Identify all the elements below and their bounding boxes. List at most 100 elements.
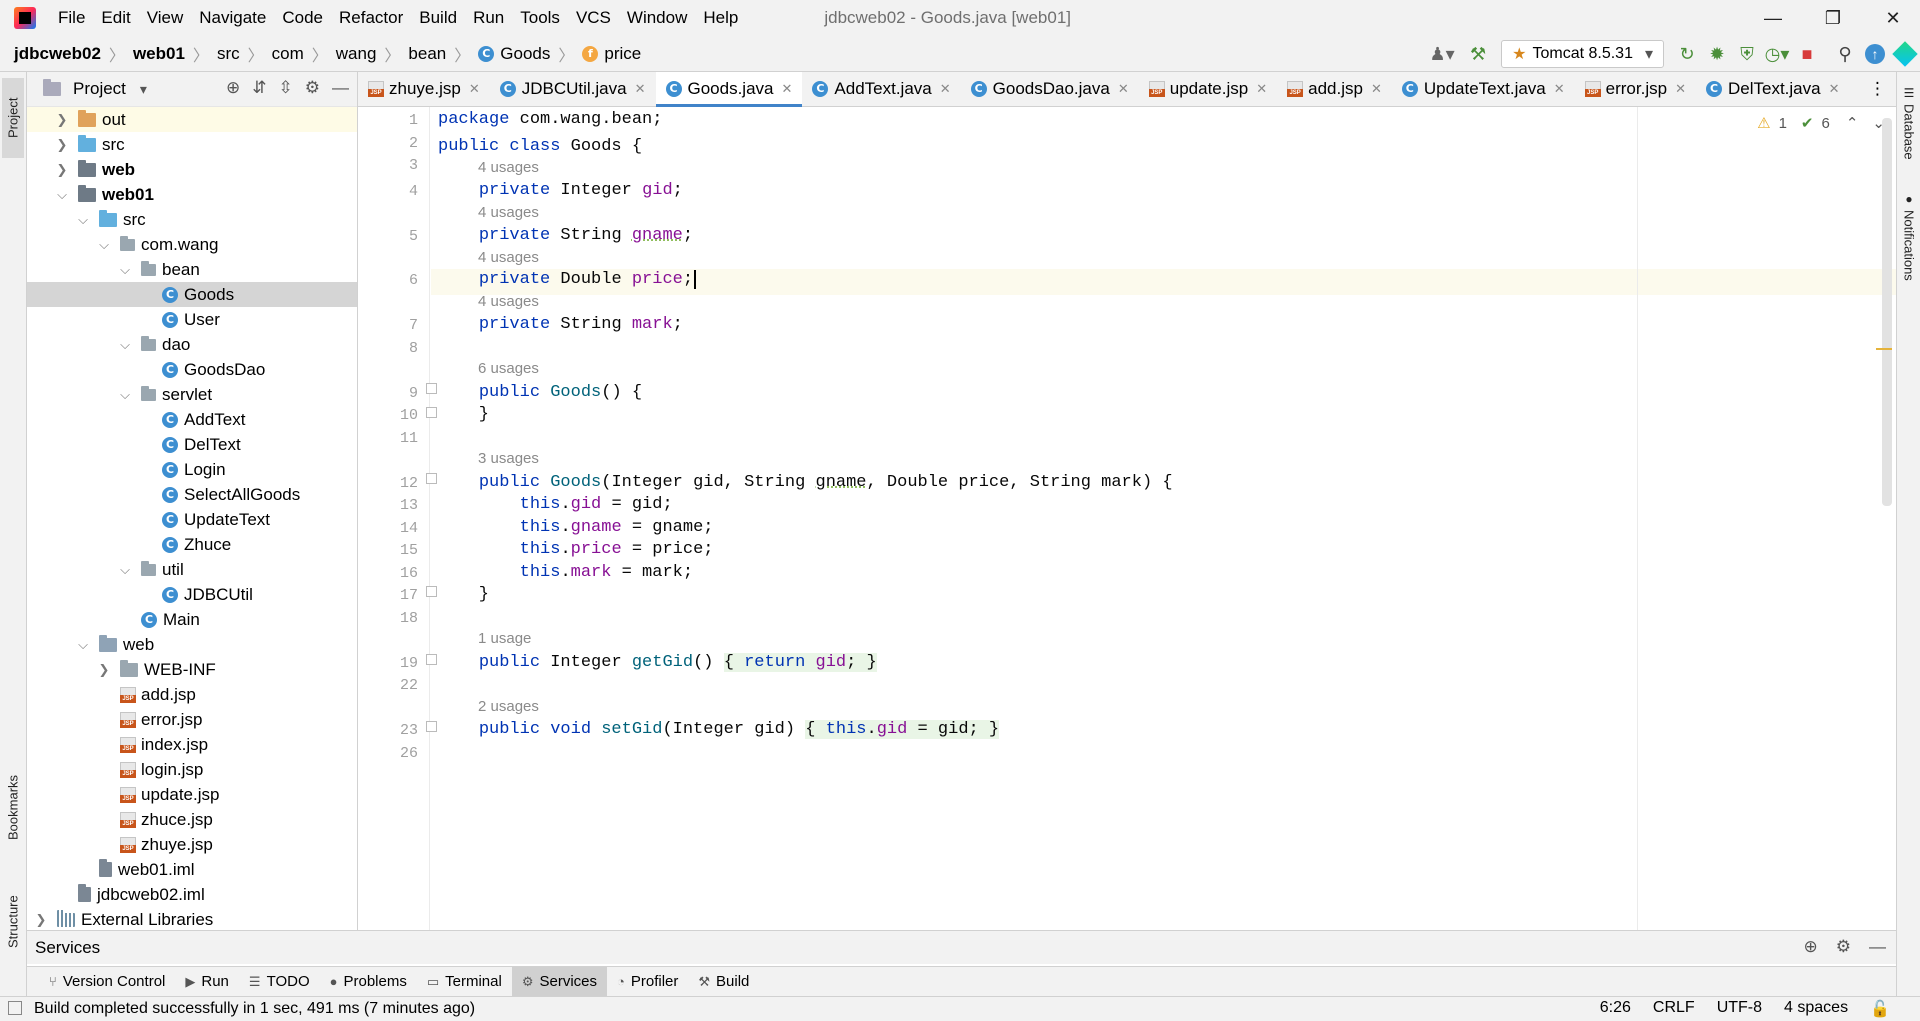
breadcrumb-class[interactable]: C Goods bbox=[478, 44, 550, 64]
tree-item-selectallgoods[interactable]: C SelectAllGoods bbox=[27, 482, 357, 507]
fold-icon[interactable] bbox=[426, 383, 437, 394]
tree-item-util[interactable]: ⌵ util bbox=[27, 557, 357, 582]
build-hammer-icon[interactable]: ⚒ bbox=[1463, 39, 1493, 69]
tab-update-jsp[interactable]: update.jsp ✕ bbox=[1139, 72, 1277, 106]
usages-hint[interactable]: 3 usages bbox=[478, 450, 539, 467]
tree-item-zhuce[interactable]: C Zhuce bbox=[27, 532, 357, 557]
usages-hint[interactable]: 6 usages bbox=[478, 360, 539, 377]
tree-item-goods[interactable]: C Goods bbox=[27, 282, 357, 307]
user-icon[interactable]: ♟▾ bbox=[1427, 39, 1457, 69]
tree-item-out[interactable]: ❯ out bbox=[27, 107, 357, 132]
structure-tool-tab[interactable]: Structure bbox=[2, 872, 24, 972]
rerun-icon[interactable]: ↻ bbox=[1672, 39, 1702, 69]
lock-icon[interactable]: 🔓 bbox=[1870, 999, 1890, 1019]
line-number[interactable]: 17 bbox=[358, 587, 418, 604]
close-tab-icon[interactable]: ✕ bbox=[1371, 81, 1382, 97]
line-number[interactable]: 16 bbox=[358, 565, 418, 582]
tree-item-main[interactable]: C Main bbox=[27, 607, 357, 632]
menu-help[interactable]: Help bbox=[695, 8, 746, 28]
tree-item-src[interactable]: ❯ src bbox=[27, 132, 357, 157]
close-tab-icon[interactable]: ✕ bbox=[1118, 81, 1129, 97]
line-number[interactable]: 13 bbox=[358, 497, 418, 514]
line-number[interactable]: 4 bbox=[358, 183, 418, 200]
caret-position[interactable]: 6:26 bbox=[1600, 999, 1631, 1019]
tree-item-update-jsp[interactable]: update.jsp bbox=[27, 782, 357, 807]
menu-code[interactable]: Code bbox=[274, 8, 331, 28]
line-number[interactable]: 10 bbox=[358, 407, 418, 424]
tree-item-add-jsp[interactable]: add.jsp bbox=[27, 682, 357, 707]
hide-icon[interactable]: — bbox=[332, 78, 349, 98]
chevron-right-icon[interactable]: ❯ bbox=[96, 662, 112, 678]
line-number[interactable]: 12 bbox=[358, 475, 418, 492]
tab-deltext-java[interactable]: C DelText.java ✕ bbox=[1696, 72, 1850, 106]
jetbrains-logo-icon[interactable] bbox=[1890, 39, 1920, 69]
gear-icon[interactable]: ⚙ bbox=[305, 78, 320, 98]
usages-hint[interactable]: 4 usages bbox=[478, 293, 539, 310]
target-icon[interactable]: ⊕ bbox=[1804, 937, 1818, 957]
usages-hint[interactable]: 4 usages bbox=[478, 204, 539, 221]
line-number[interactable]: 14 bbox=[358, 520, 418, 537]
tree-item-zhuye-jsp[interactable]: zhuye.jsp bbox=[27, 832, 357, 857]
tab-goods-java[interactable]: C Goods.java ✕ bbox=[655, 72, 803, 107]
tree-item-bean[interactable]: ⌵ bean bbox=[27, 257, 357, 282]
tree-item-web[interactable]: ❯ web bbox=[27, 157, 357, 182]
tree-item-dao[interactable]: ⌵ dao bbox=[27, 332, 357, 357]
status-message[interactable]: Build completed successfully in 1 sec, 4… bbox=[34, 1000, 475, 1018]
tab-addtext-java[interactable]: C AddText.java ✕ bbox=[802, 72, 960, 106]
line-number[interactable]: 18 bbox=[358, 610, 418, 627]
close-tab-icon[interactable]: ✕ bbox=[1256, 81, 1267, 97]
line-number[interactable]: 11 bbox=[358, 430, 418, 447]
close-tab-icon[interactable]: ✕ bbox=[469, 81, 480, 97]
line-separator[interactable]: CRLF bbox=[1653, 999, 1695, 1019]
tool-services[interactable]: ⚙ Services bbox=[511, 967, 608, 996]
menu-refactor[interactable]: Refactor bbox=[331, 8, 411, 28]
database-tool-tab[interactable]: ☰ Database bbox=[1899, 86, 1919, 186]
gear-icon[interactable]: ⚙ bbox=[1836, 937, 1851, 957]
tree-item-servlet[interactable]: ⌵ servlet bbox=[27, 382, 357, 407]
close-tab-icon[interactable]: ✕ bbox=[1675, 81, 1686, 97]
chevron-right-icon[interactable]: ❯ bbox=[54, 162, 70, 178]
menu-vcs[interactable]: VCS bbox=[568, 8, 619, 28]
status-toggle-icon[interactable] bbox=[8, 1001, 22, 1015]
warning-marker[interactable] bbox=[1876, 348, 1892, 350]
chevron-right-icon[interactable]: ❯ bbox=[33, 912, 49, 928]
tab-jdbcutil-java[interactable]: C JDBCUtil.java ✕ bbox=[490, 72, 656, 106]
editor-scrollbar[interactable] bbox=[1882, 118, 1892, 506]
minimize-icon[interactable]: — bbox=[1750, 0, 1796, 36]
tree-item-updatetext[interactable]: C UpdateText bbox=[27, 507, 357, 532]
chevron-up-icon[interactable]: ⌃ bbox=[1846, 114, 1859, 132]
close-tab-icon[interactable]: ✕ bbox=[782, 81, 793, 97]
tree-item-zhuce-jsp[interactable]: zhuce.jsp bbox=[27, 807, 357, 832]
tool-todo[interactable]: ☰ TODO bbox=[239, 967, 320, 996]
close-tab-icon[interactable]: ✕ bbox=[1829, 81, 1840, 97]
file-encoding[interactable]: UTF-8 bbox=[1717, 999, 1762, 1019]
close-tab-icon[interactable]: ✕ bbox=[635, 81, 646, 97]
line-number[interactable]: 5 bbox=[358, 228, 418, 245]
chevron-down-icon[interactable]: ⌵ bbox=[75, 212, 91, 228]
tree-item-external-libraries[interactable]: ❯ External Libraries bbox=[27, 907, 357, 932]
menu-file[interactable]: File bbox=[50, 8, 93, 28]
tree-item-user[interactable]: C User bbox=[27, 307, 357, 332]
breadcrumb-module[interactable]: web01 bbox=[133, 44, 185, 64]
breadcrumb-project[interactable]: jdbcweb02 bbox=[14, 44, 101, 64]
chevron-right-icon[interactable]: ❯ bbox=[54, 137, 70, 153]
breadcrumb-wang[interactable]: wang bbox=[336, 44, 377, 64]
fold-icon[interactable] bbox=[426, 654, 437, 665]
breadcrumb-com[interactable]: com bbox=[272, 44, 304, 64]
locate-icon[interactable]: ⊕ bbox=[226, 78, 240, 98]
chevron-down-icon[interactable]: ⌵ bbox=[96, 237, 112, 253]
tree-item-web[interactable]: ⌵ web bbox=[27, 632, 357, 657]
line-number[interactable]: 8 bbox=[358, 340, 418, 357]
fold-icon[interactable] bbox=[426, 407, 437, 418]
line-number[interactable]: 26 bbox=[358, 745, 418, 762]
update-icon[interactable]: ↑ bbox=[1860, 39, 1890, 69]
tab-updatetext-java[interactable]: C UpdateText.java ✕ bbox=[1392, 72, 1575, 106]
usages-hint[interactable]: 4 usages bbox=[478, 159, 539, 176]
tree-item-index-jsp[interactable]: index.jsp bbox=[27, 732, 357, 757]
tab-zhuye-jsp[interactable]: zhuye.jsp ✕ bbox=[358, 72, 490, 106]
breadcrumb-src[interactable]: src bbox=[217, 44, 240, 64]
usages-hint[interactable]: 4 usages bbox=[478, 249, 539, 266]
collapse-all-icon[interactable]: ⇳ bbox=[279, 78, 293, 98]
line-number[interactable]: 3 bbox=[358, 157, 418, 174]
fold-icon[interactable] bbox=[426, 586, 437, 597]
